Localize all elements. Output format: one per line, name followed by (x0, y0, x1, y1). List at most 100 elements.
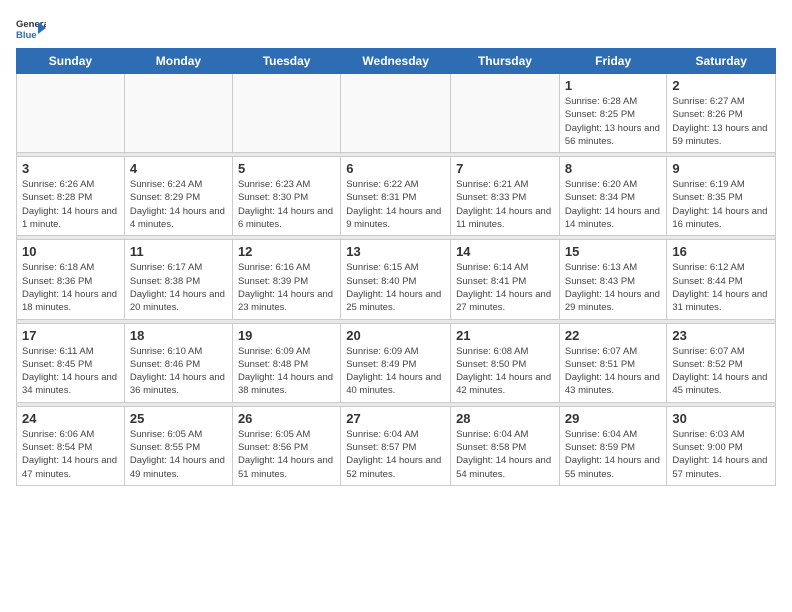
day-number: 30 (672, 411, 770, 426)
day-info: Sunrise: 6:17 AM Sunset: 8:38 PM Dayligh… (130, 261, 227, 314)
calendar-cell: 5Sunrise: 6:23 AM Sunset: 8:30 PM Daylig… (232, 157, 340, 236)
day-info: Sunrise: 6:04 AM Sunset: 8:58 PM Dayligh… (456, 428, 554, 481)
day-number: 12 (238, 244, 335, 259)
day-header-saturday: Saturday (667, 49, 776, 74)
logo-block: General Blue (16, 16, 46, 40)
calendar-cell: 27 Sunrise: 6:04 AM Sunset: 8:57 PM Dayli… (341, 406, 451, 485)
calendar-cell: 17Sunrise: 6:11 AM Sunset: 8:45 PM Dayli… (17, 323, 125, 402)
day-number: 4 (130, 161, 227, 176)
day-info: Sunrise: 6:26 AM Sunset: 8:28 PM Dayligh… (22, 178, 119, 231)
day-number: 1 (565, 78, 662, 93)
calendar-cell: 6 Sunrise: 6:22 AM Sunset: 8:31 PM Daylig… (341, 157, 451, 236)
day-number: 10 (22, 244, 119, 259)
day-number: 20 (346, 328, 445, 343)
calendar: SundayMondayTuesdayWednesdayThursdayFrid… (16, 48, 776, 486)
day-number: 29 (565, 411, 662, 426)
day-number: 23 (672, 328, 770, 343)
day-info: Sunrise: 6:10 AM Sunset: 8:46 PM Dayligh… (130, 345, 227, 398)
calendar-cell (124, 74, 232, 153)
day-header-monday: Monday (124, 49, 232, 74)
day-number: 15 (565, 244, 662, 259)
day-info: Sunrise: 6:22 AM Sunset: 8:31 PM Dayligh… (346, 178, 445, 231)
day-info: Sunrise: 6:15 AM Sunset: 8:40 PM Dayligh… (346, 261, 445, 314)
day-info: Sunrise: 6:05 AM Sunset: 8:55 PM Dayligh… (130, 428, 227, 481)
day-info: Sunrise: 6:04 AM Sunset: 8:57 PM Dayligh… (346, 428, 445, 481)
day-info: Sunrise: 6:21 AM Sunset: 8:33 PM Dayligh… (456, 178, 554, 231)
day-number: 13 (346, 244, 445, 259)
calendar-cell: 4Sunrise: 6:24 AM Sunset: 8:29 PM Daylig… (124, 157, 232, 236)
calendar-cell: 13 Sunrise: 6:15 AM Sunset: 8:40 PM Dayli… (341, 240, 451, 319)
day-info: Sunrise: 6:09 AM Sunset: 8:49 PM Dayligh… (346, 345, 445, 398)
calendar-cell (451, 74, 560, 153)
day-number: 2 (672, 78, 770, 93)
day-header-thursday: Thursday (451, 49, 560, 74)
calendar-week-3: 10 Sunrise: 6:18 AM Sunset: 8:36 PM Dayli… (17, 240, 776, 319)
calendar-cell: 9Sunrise: 6:19 AM Sunset: 8:35 PM Daylig… (667, 157, 776, 236)
day-info: Sunrise: 6:08 AM Sunset: 8:50 PM Dayligh… (456, 345, 554, 398)
calendar-cell (232, 74, 340, 153)
calendar-cell: 1 Sunrise: 6:28 AM Sunset: 8:25 PM Daylig… (559, 74, 667, 153)
calendar-cell: 21 Sunrise: 6:08 AM Sunset: 8:50 PM Dayli… (451, 323, 560, 402)
day-info: Sunrise: 6:28 AM Sunset: 8:25 PM Dayligh… (565, 95, 662, 148)
logo-svg: General Blue (16, 16, 46, 40)
calendar-cell: 14Sunrise: 6:14 AM Sunset: 8:41 PM Dayli… (451, 240, 560, 319)
day-info: Sunrise: 6:11 AM Sunset: 8:45 PM Dayligh… (22, 345, 119, 398)
calendar-cell: 25 Sunrise: 6:05 AM Sunset: 8:55 PM Dayli… (124, 406, 232, 485)
day-number: 19 (238, 328, 335, 343)
calendar-cell: 23 Sunrise: 6:07 AM Sunset: 8:52 PM Dayli… (667, 323, 776, 402)
day-number: 24 (22, 411, 119, 426)
day-info: Sunrise: 6:16 AM Sunset: 8:39 PM Dayligh… (238, 261, 335, 314)
day-info: Sunrise: 6:07 AM Sunset: 8:51 PM Dayligh… (565, 345, 662, 398)
svg-text:Blue: Blue (16, 30, 37, 40)
calendar-cell: 24 Sunrise: 6:06 AM Sunset: 8:54 PM Dayli… (17, 406, 125, 485)
calendar-cell: 15 Sunrise: 6:13 AM Sunset: 8:43 PM Dayli… (559, 240, 667, 319)
day-info: Sunrise: 6:23 AM Sunset: 8:30 PM Dayligh… (238, 178, 335, 231)
day-header-friday: Friday (559, 49, 667, 74)
calendar-cell: 16 Sunrise: 6:12 AM Sunset: 8:44 PM Dayli… (667, 240, 776, 319)
day-number: 26 (238, 411, 335, 426)
day-info: Sunrise: 6:06 AM Sunset: 8:54 PM Dayligh… (22, 428, 119, 481)
calendar-cell: 12 Sunrise: 6:16 AM Sunset: 8:39 PM Dayli… (232, 240, 340, 319)
day-info: Sunrise: 6:04 AM Sunset: 8:59 PM Dayligh… (565, 428, 662, 481)
calendar-cell: 7 Sunrise: 6:21 AM Sunset: 8:33 PM Daylig… (451, 157, 560, 236)
day-info: Sunrise: 6:14 AM Sunset: 8:41 PM Dayligh… (456, 261, 554, 314)
day-number: 28 (456, 411, 554, 426)
calendar-cell: 26 Sunrise: 6:05 AM Sunset: 8:56 PM Dayli… (232, 406, 340, 485)
calendar-week-1: 1 Sunrise: 6:28 AM Sunset: 8:25 PM Daylig… (17, 74, 776, 153)
calendar-week-2: 3Sunrise: 6:26 AM Sunset: 8:28 PM Daylig… (17, 157, 776, 236)
calendar-cell: 19 Sunrise: 6:09 AM Sunset: 8:48 PM Dayli… (232, 323, 340, 402)
day-header-wednesday: Wednesday (341, 49, 451, 74)
calendar-week-4: 17Sunrise: 6:11 AM Sunset: 8:45 PM Dayli… (17, 323, 776, 402)
day-header-tuesday: Tuesday (232, 49, 340, 74)
calendar-cell (17, 74, 125, 153)
calendar-cell: 8 Sunrise: 6:20 AM Sunset: 8:34 PM Daylig… (559, 157, 667, 236)
day-info: Sunrise: 6:18 AM Sunset: 8:36 PM Dayligh… (22, 261, 119, 314)
day-number: 27 (346, 411, 445, 426)
day-number: 22 (565, 328, 662, 343)
day-number: 21 (456, 328, 554, 343)
calendar-cell: 20 Sunrise: 6:09 AM Sunset: 8:49 PM Dayli… (341, 323, 451, 402)
calendar-cell: 18Sunrise: 6:10 AM Sunset: 8:46 PM Dayli… (124, 323, 232, 402)
day-number: 8 (565, 161, 662, 176)
day-number: 6 (346, 161, 445, 176)
day-info: Sunrise: 6:05 AM Sunset: 8:56 PM Dayligh… (238, 428, 335, 481)
day-info: Sunrise: 6:13 AM Sunset: 8:43 PM Dayligh… (565, 261, 662, 314)
calendar-cell: 29 Sunrise: 6:04 AM Sunset: 8:59 PM Dayli… (559, 406, 667, 485)
day-number: 25 (130, 411, 227, 426)
calendar-cell: 11 Sunrise: 6:17 AM Sunset: 8:38 PM Dayli… (124, 240, 232, 319)
day-info: Sunrise: 6:27 AM Sunset: 8:26 PM Dayligh… (672, 95, 770, 148)
calendar-cell: 2 Sunrise: 6:27 AM Sunset: 8:26 PM Daylig… (667, 74, 776, 153)
day-number: 7 (456, 161, 554, 176)
day-number: 11 (130, 244, 227, 259)
calendar-cell: 30Sunrise: 6:03 AM Sunset: 9:00 PM Dayli… (667, 406, 776, 485)
calendar-cell: 28 Sunrise: 6:04 AM Sunset: 8:58 PM Dayli… (451, 406, 560, 485)
day-info: Sunrise: 6:19 AM Sunset: 8:35 PM Dayligh… (672, 178, 770, 231)
day-info: Sunrise: 6:12 AM Sunset: 8:44 PM Dayligh… (672, 261, 770, 314)
calendar-header-row: SundayMondayTuesdayWednesdayThursdayFrid… (17, 49, 776, 74)
day-number: 16 (672, 244, 770, 259)
day-info: Sunrise: 6:20 AM Sunset: 8:34 PM Dayligh… (565, 178, 662, 231)
calendar-week-5: 24 Sunrise: 6:06 AM Sunset: 8:54 PM Dayli… (17, 406, 776, 485)
day-info: Sunrise: 6:09 AM Sunset: 8:48 PM Dayligh… (238, 345, 335, 398)
day-info: Sunrise: 6:07 AM Sunset: 8:52 PM Dayligh… (672, 345, 770, 398)
logo: General Blue (16, 16, 46, 40)
